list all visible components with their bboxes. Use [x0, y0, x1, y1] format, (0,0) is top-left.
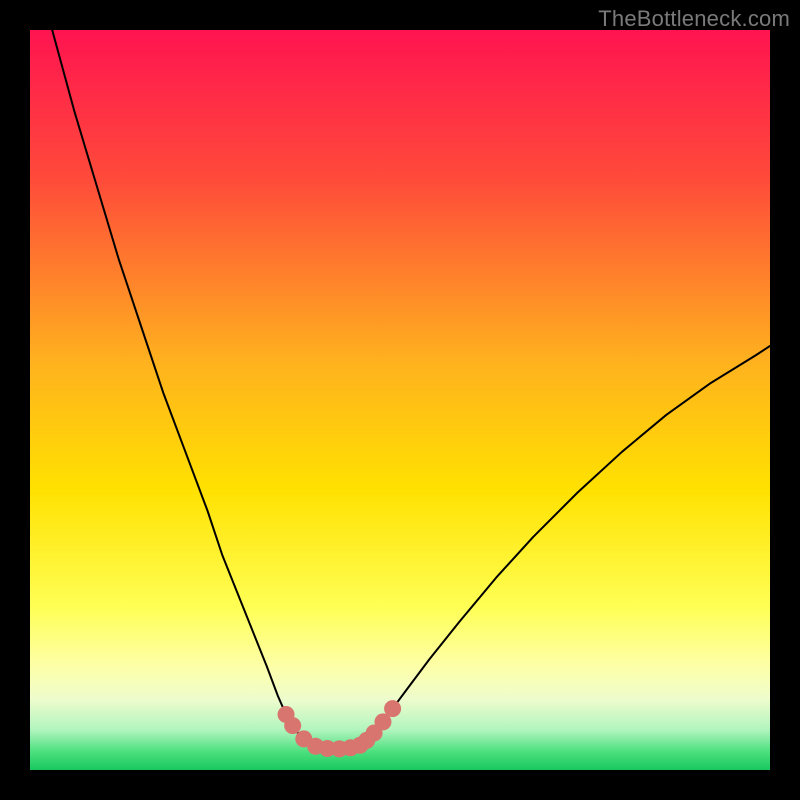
chart-svg	[30, 30, 770, 770]
watermark-text: TheBottleneck.com	[598, 6, 790, 32]
gradient-background	[30, 30, 770, 770]
curve-marker	[384, 700, 401, 717]
curve-marker	[284, 717, 301, 734]
chart-frame: TheBottleneck.com	[0, 0, 800, 800]
plot-area	[30, 30, 770, 770]
